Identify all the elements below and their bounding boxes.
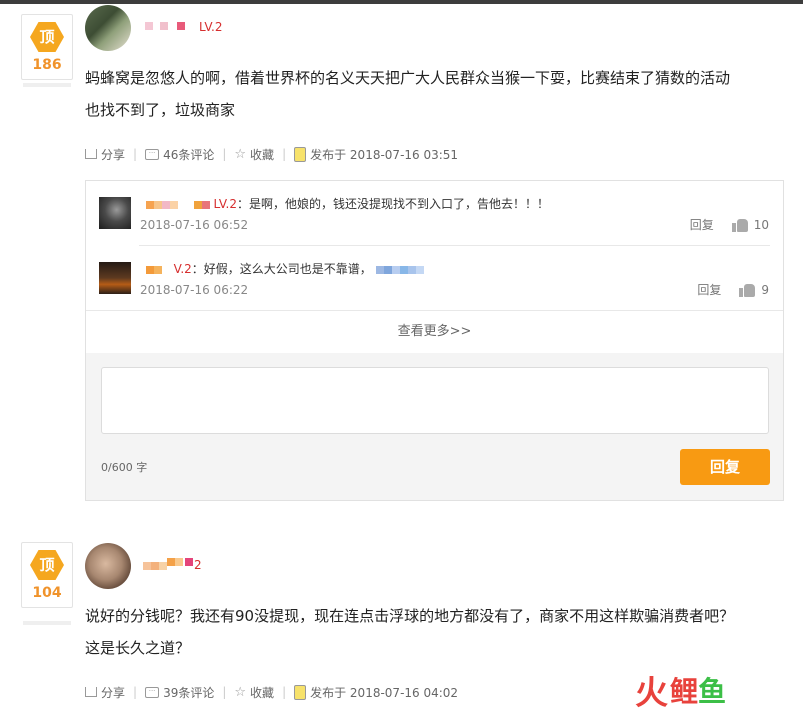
comment-text: 说好的分钱呢？我还有90没提现，现在连点击浮球的地方都没有了，商家不用这样欺骗消… [85, 600, 785, 664]
avatar[interactable] [85, 543, 131, 589]
comment-text-line: 这是长久之道？ [85, 639, 191, 657]
favorite-label: 收藏 [250, 685, 275, 700]
username-mosaic[interactable] [193, 198, 210, 212]
publish-info: 发布于 2018-07-16 04:02 [294, 684, 458, 701]
watermark-text: 鲤 [670, 675, 699, 708]
comments-button[interactable]: ··· 39条评论 [145, 684, 214, 701]
char-counter: 0/600 字 [101, 461, 148, 474]
reply-item: V.2：好假，这么大公司也是不靠谱， 2018-07-16 06:22 回复 9 [86, 246, 783, 310]
comments-count: 46条评论 [163, 147, 215, 162]
reply-link[interactable]: 回复 [690, 216, 714, 233]
reply-time: 2018-07-16 06:52 [140, 218, 249, 232]
reply-content: LV.2：是啊，他娘的，钱还没提现找不到入口了，告他去！！！ [146, 195, 549, 212]
reply-actions: 回复 9 [697, 281, 769, 298]
watermark-logo: 火 鲤 鱼 [635, 670, 727, 712]
reply-text: ：是啊，他娘的，钱还没提现找不到入口了，告他去！！！ [236, 197, 549, 211]
user-level: LV.2 [199, 20, 223, 34]
user-level: 2 [194, 558, 202, 572]
phone-icon [294, 146, 307, 162]
reply-textarea[interactable] [101, 367, 769, 434]
reply-item: LV.2：是啊，他娘的，钱还没提现找不到入口了，告他去！！！ 2018-07-1… [86, 181, 783, 245]
comments-count: 39条评论 [163, 685, 215, 700]
star-icon: ☆ [234, 684, 247, 700]
vote-shadow [23, 621, 71, 625]
comment-meta: 分享 | ··· 39条评论 | ☆ 收藏 | 发布于 2018-07-16 0… [85, 683, 458, 701]
reply-level: LV.2 [213, 197, 237, 211]
share-label: 分享 [101, 685, 126, 700]
favorite-button[interactable]: ☆ 收藏 [234, 146, 274, 163]
upvote-icon: 顶 [30, 22, 64, 52]
avatar[interactable] [85, 5, 131, 51]
thumbs-up-icon[interactable] [739, 282, 756, 297]
upvote-count: 186 [32, 57, 62, 73]
view-more-link[interactable]: 查看更多>> [86, 310, 783, 352]
watermark-text: 火 [635, 673, 668, 712]
reply-avatar[interactable] [99, 262, 131, 294]
share-button[interactable]: 分享 [85, 684, 125, 701]
watermark-text: 鱼 [698, 675, 727, 708]
publish-time: 发布于 2018-07-16 03:51 [310, 147, 459, 162]
comment-icon: ··· [145, 148, 160, 160]
publish-info: 发布于 2018-07-16 03:51 [294, 146, 458, 163]
vote-shadow [23, 83, 71, 87]
mention-mosaic[interactable] [375, 263, 424, 277]
top-border [0, 0, 803, 4]
reply-submit-button[interactable]: 回复 [680, 449, 770, 485]
favorite-label: 收藏 [250, 147, 275, 162]
like-count: 10 [753, 217, 769, 232]
star-icon: ☆ [234, 146, 247, 162]
share-icon [85, 149, 97, 159]
comment-meta: 分享 | ··· 46条评论 | ☆ 收藏 | 发布于 2018-07-16 0… [85, 145, 458, 163]
reply-text: ：好假，这么大公司也是不靠谱， [191, 262, 372, 276]
divider: | [222, 147, 227, 161]
reply-editor: 0/600 字 回复 [86, 353, 783, 500]
upvote-button[interactable]: 顶 104 [21, 542, 73, 608]
username-mosaic[interactable] [146, 198, 178, 212]
reply-actions: 回复 10 [690, 216, 769, 233]
divider: | [133, 685, 138, 699]
share-label: 分享 [101, 147, 126, 162]
reply-level: V.2 [173, 262, 192, 276]
reply-avatar[interactable] [99, 197, 131, 229]
comment-text-line: 也找不到了，垃圾商家 [85, 101, 236, 119]
share-button[interactable]: 分享 [85, 146, 125, 163]
comment-text: 蚂蜂窝是忽悠人的啊，借着世界杯的名义天天把广大人民群众当猴一下耍，比赛结束了猜数… [85, 62, 785, 126]
comment-text-line: 说好的分钱呢？我还有90没提现，现在连点击浮球的地方都没有了，商家不用这样欺骗消… [85, 607, 735, 625]
like-count: 9 [761, 282, 769, 297]
comment-text-line: 蚂蜂窝是忽悠人的啊，借着世界杯的名义天天把广大人民群众当猴一下耍，比赛结束了猜数… [85, 69, 731, 87]
replies-panel: LV.2：是啊，他娘的，钱还没提现找不到入口了，告他去！！！ 2018-07-1… [85, 180, 784, 501]
reply-link[interactable]: 回复 [697, 281, 721, 298]
upvote-icon: 顶 [30, 550, 64, 580]
comments-button[interactable]: ··· 46条评论 [145, 146, 214, 163]
username-mosaic[interactable] [146, 263, 162, 277]
phone-icon [294, 684, 307, 700]
divider: | [282, 147, 287, 161]
share-icon [85, 687, 97, 697]
upvote-count: 104 [32, 585, 62, 601]
favorite-button[interactable]: ☆ 收藏 [234, 684, 274, 701]
publish-time: 发布于 2018-07-16 04:02 [310, 685, 459, 700]
divider: | [282, 685, 287, 699]
comment-icon: ··· [145, 686, 160, 698]
divider: | [222, 685, 227, 699]
upvote-button[interactable]: 顶 186 [21, 14, 73, 80]
divider: | [133, 147, 138, 161]
reply-content: V.2：好假，这么大公司也是不靠谱， [146, 260, 424, 277]
thumbs-up-icon[interactable] [731, 217, 748, 232]
reply-time: 2018-07-16 06:22 [140, 283, 249, 297]
